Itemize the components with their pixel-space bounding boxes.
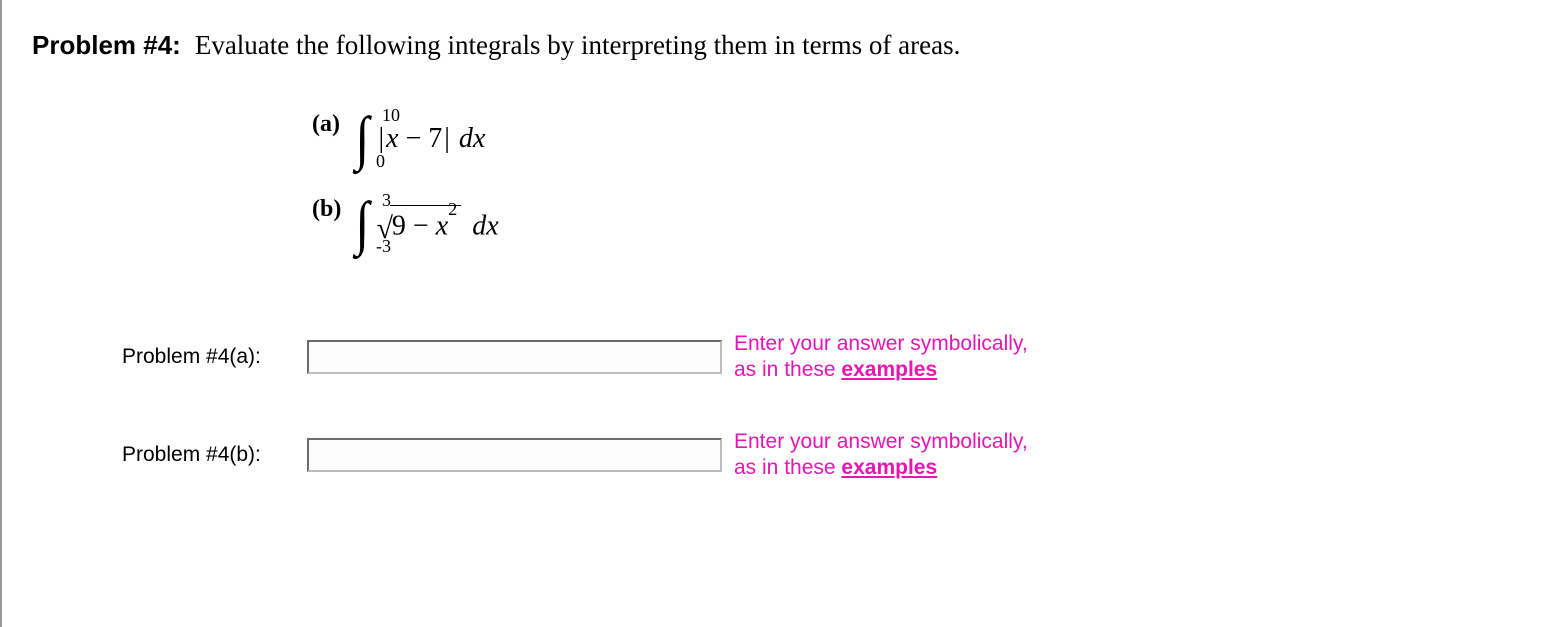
- minus-op-b: −: [406, 210, 436, 241]
- integral-symbol-a: ∫ 10 0: [354, 111, 370, 166]
- const-9: 9: [392, 210, 406, 241]
- answer-input-a[interactable]: [307, 340, 722, 374]
- radicand: 9 − x2: [390, 205, 461, 242]
- examples-link-b[interactable]: examples: [841, 456, 937, 479]
- answer-row-b: Problem #4(b): Enter your answer symboli…: [122, 429, 1530, 482]
- var-x: x: [386, 123, 398, 154]
- integral-b: ∫ 3 -3 √ 9 − x2 dx: [354, 196, 499, 251]
- hint-line2-prefix-a: as in these: [734, 358, 841, 381]
- integral-symbol-b: ∫ 3 -3: [354, 196, 370, 251]
- problem-number: Problem #4:: [32, 30, 181, 61]
- answer-row-a: Problem #4(a): Enter your answer symboli…: [122, 331, 1530, 384]
- answer-label-b: Problem #4(b):: [122, 443, 307, 467]
- minus-op: −: [398, 123, 428, 154]
- answer-label-a: Problem #4(a):: [122, 345, 307, 369]
- abs-open: |: [378, 123, 384, 154]
- const-7: 7: [428, 123, 442, 154]
- problem-header: Problem #4: Evaluate the following integ…: [32, 30, 1530, 61]
- equation-row-b: (b) ∫ 3 -3 √ 9 − x2 dx: [312, 196, 1530, 251]
- equations-block: (a) ∫ 10 0 |x − 7| dx (b) ∫ 3 -3: [312, 111, 1530, 251]
- integral-sign-icon: ∫: [355, 196, 369, 250]
- exp-2: 2: [448, 199, 457, 219]
- hint-line2-prefix-b: as in these: [734, 456, 841, 479]
- integrand-b: √ 9 − x2 dx: [376, 205, 498, 242]
- equation-row-a: (a) ∫ 10 0 |x − 7| dx: [312, 111, 1530, 166]
- part-label-a: (a): [312, 111, 354, 138]
- part-label-b: (b): [312, 196, 354, 223]
- upper-limit-a: 10: [382, 105, 400, 126]
- integrand-a: |x − 7| dx: [376, 123, 485, 155]
- hint-line1-b: Enter your answer symbolically,: [734, 430, 1028, 453]
- var-x-b: x: [436, 210, 448, 241]
- examples-link-a[interactable]: examples: [841, 358, 937, 381]
- abs-close: |: [444, 123, 450, 154]
- integral-a: ∫ 10 0 |x − 7| dx: [354, 111, 485, 166]
- dx-b: dx: [465, 210, 498, 241]
- answer-block: Problem #4(a): Enter your answer symboli…: [122, 331, 1530, 481]
- hint-line1-a: Enter your answer symbolically,: [734, 332, 1028, 355]
- dx-a: dx: [452, 123, 485, 154]
- answer-hint-b: Enter your answer symbolically, as in th…: [734, 429, 1028, 482]
- lower-limit-a: 0: [376, 151, 385, 172]
- answer-input-b[interactable]: [307, 438, 722, 472]
- problem-page: Problem #4: Evaluate the following integ…: [0, 0, 1550, 627]
- sqrt-wrap: √ 9 − x2: [376, 205, 461, 242]
- problem-instruction: Evaluate the following integrals by inte…: [195, 30, 961, 61]
- answer-hint-a: Enter your answer symbolically, as in th…: [734, 331, 1028, 384]
- radical-icon: √: [376, 212, 392, 246]
- integral-sign-icon: ∫: [355, 111, 369, 165]
